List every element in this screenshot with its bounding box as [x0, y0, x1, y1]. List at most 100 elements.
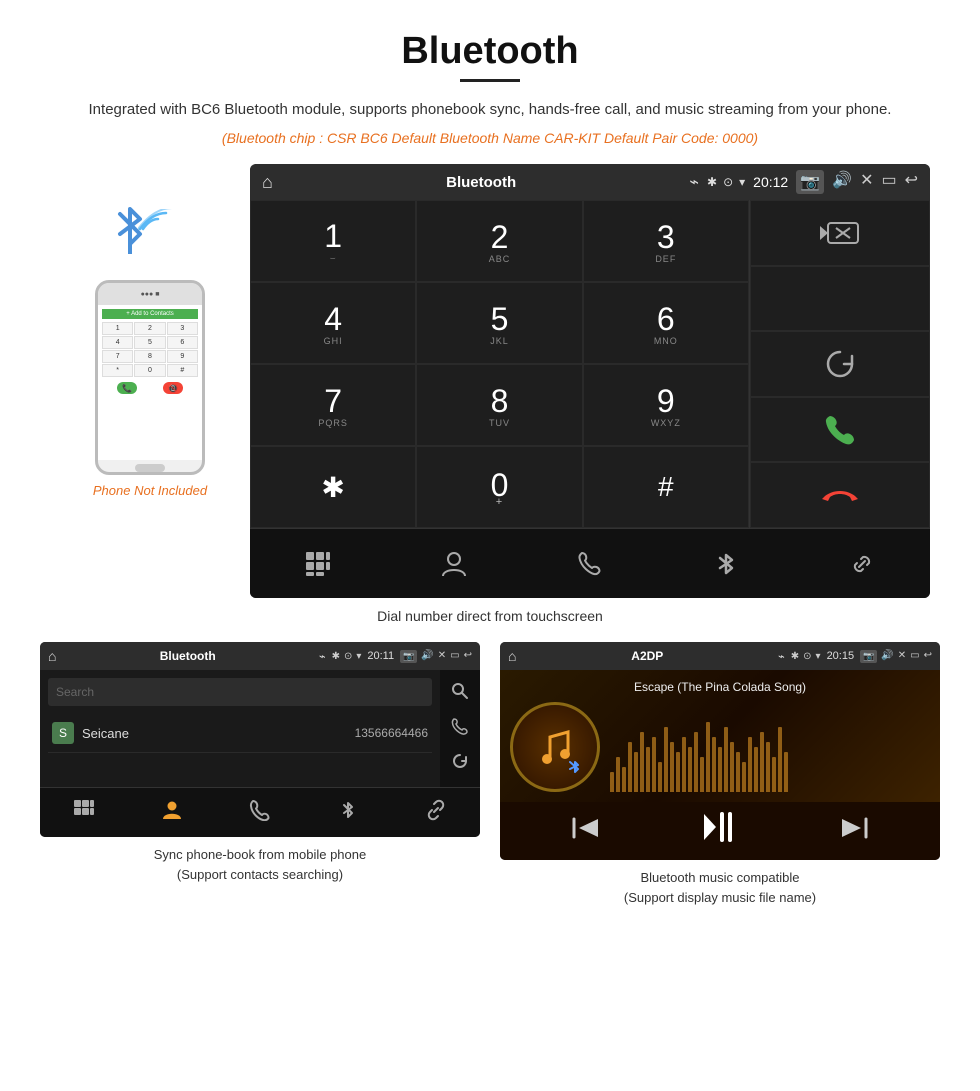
camera-icon[interactable]: 📷	[796, 170, 824, 194]
phone-key-5[interactable]: 5	[134, 336, 165, 349]
backspace-button[interactable]	[750, 200, 930, 266]
dial-key-9[interactable]: 9 WXYZ	[583, 364, 749, 446]
wave-bar	[646, 747, 650, 792]
phone-key-star[interactable]: *	[102, 364, 133, 377]
phone-home-button[interactable]	[135, 464, 165, 472]
pb-volume-icon[interactable]: 🔊	[421, 650, 433, 663]
dial-key-3[interactable]: 3 DEF	[583, 200, 749, 282]
wave-bar	[658, 762, 662, 792]
phone-key-1[interactable]: 1	[102, 322, 133, 335]
phonebook-reload-icon[interactable]	[445, 746, 475, 781]
nav-phone-button[interactable]	[565, 539, 615, 589]
phone-end-button[interactable]: 📵	[163, 382, 183, 394]
dial-key-2[interactable]: 2 ABC	[416, 200, 582, 282]
wave-bar	[682, 737, 686, 792]
contact-row[interactable]: S Seicane 13566664466	[48, 714, 432, 753]
music-usb-icon: ⌁	[778, 650, 785, 663]
pb-person-icon	[161, 799, 183, 821]
ms-window-icon[interactable]: ▭	[910, 650, 919, 663]
ms-camera-icon[interactable]: 📷	[860, 650, 877, 663]
location-icon: ⊙	[723, 175, 733, 189]
phone-key-4[interactable]: 4	[102, 336, 133, 349]
dial-key-8[interactable]: 8 TUV	[416, 364, 582, 446]
phonebook-car-screen: ⌂ Bluetooth ⌁ ✱ ⊙ ▾ 20:11 📷 🔊 ✕ ▭ ↩	[40, 642, 480, 837]
back-icon[interactable]: ↩	[905, 170, 918, 194]
window-icon[interactable]: ▭	[881, 170, 896, 194]
pb-grid-icon	[73, 799, 95, 821]
pb-camera-icon[interactable]: 📷	[400, 650, 417, 663]
dial-key-5[interactable]: 5 JKL	[416, 282, 582, 364]
wave-bar	[652, 737, 656, 792]
nav-contacts-button[interactable]	[429, 539, 479, 589]
phonebook-call-icon[interactable]	[445, 711, 475, 746]
dial-key-hash[interactable]: #	[583, 446, 749, 528]
dial-key-6[interactable]: 6 MNO	[583, 282, 749, 364]
wave-bar	[712, 737, 716, 792]
phone-key-0[interactable]: 0	[134, 364, 165, 377]
pb-back-icon[interactable]: ↩	[464, 650, 472, 663]
ms-close-icon[interactable]: ✕	[898, 650, 906, 663]
call-green-button[interactable]	[750, 397, 930, 463]
wave-bar	[628, 742, 632, 792]
pb-close-icon[interactable]: ✕	[438, 650, 446, 663]
pb-wifi-icon: ▾	[356, 651, 361, 662]
music-waveform	[610, 702, 930, 792]
phone-key-8[interactable]: 8	[134, 350, 165, 363]
phone-key-6[interactable]: 6	[167, 336, 198, 349]
prev-track-button[interactable]	[571, 816, 601, 847]
search-placeholder: Search	[56, 685, 94, 699]
ms-back-icon[interactable]: ↩	[924, 650, 932, 663]
phonebook-status-icons: ✱ ⊙ ▾	[332, 651, 362, 662]
search-bar[interactable]: Search	[48, 678, 432, 706]
nav-bluetooth-button[interactable]	[701, 539, 751, 589]
dial-key-star[interactable]: ✱	[250, 446, 416, 528]
link-icon	[848, 550, 876, 578]
phonebook-search-icon[interactable]	[445, 676, 475, 711]
bottom-screens-row: ⌂ Bluetooth ⌁ ✱ ⊙ ▾ 20:11 📷 🔊 ✕ ▭ ↩	[40, 642, 940, 907]
pb-nav-bluetooth[interactable]	[337, 799, 359, 827]
music-caption: Bluetooth music compatible (Support disp…	[624, 868, 816, 907]
phone-key-9[interactable]: 9	[167, 350, 198, 363]
phone-mockup: ●●● ■ + Add to Contacts 1 2 3 4 5 6 7 8 …	[95, 280, 205, 475]
pb-nav-phone[interactable]	[249, 799, 271, 827]
nav-grid-button[interactable]	[293, 539, 343, 589]
call-green-icon	[822, 412, 858, 448]
call-end-button[interactable]	[750, 462, 930, 528]
phone-key-7[interactable]: 7	[102, 350, 133, 363]
pb-nav-person[interactable]	[161, 799, 183, 827]
dial-key-4[interactable]: 4 GHI	[250, 282, 416, 364]
pb-nav-link[interactable]	[425, 799, 447, 827]
wave-bar	[724, 727, 728, 792]
wave-bar	[748, 737, 752, 792]
music-home-icon[interactable]: ⌂	[508, 648, 516, 664]
dial-key-1[interactable]: 1 ⌣	[250, 200, 416, 282]
phone-key-2[interactable]: 2	[134, 322, 165, 335]
redial-button[interactable]	[750, 331, 930, 397]
phone-key-3[interactable]: 3	[167, 322, 198, 335]
wave-bar	[694, 732, 698, 792]
next-icon	[839, 816, 869, 840]
bluetooth-status-icon: ✱	[707, 175, 717, 189]
phonebook-screen-title: Bluetooth	[62, 649, 312, 663]
phonebook-right-action-icons	[440, 670, 480, 787]
pb-window-icon[interactable]: ▭	[450, 650, 459, 663]
phone-key-hash[interactable]: #	[167, 364, 198, 377]
pb-bluetooth-icon	[337, 799, 359, 821]
ms-volume-icon[interactable]: 🔊	[881, 650, 893, 663]
play-pause-button[interactable]	[702, 812, 738, 850]
pb-bt-icon: ✱	[332, 651, 340, 662]
dial-key-7[interactable]: 7 PQRS	[250, 364, 416, 446]
phonebook-status-bar: ⌂ Bluetooth ⌁ ✱ ⊙ ▾ 20:11 📷 🔊 ✕ ▭ ↩	[40, 642, 480, 670]
volume-icon[interactable]: 🔊	[832, 170, 852, 194]
orange-info-text: (Bluetooth chip : CSR BC6 Default Blueto…	[40, 130, 940, 146]
music-time: 20:15	[827, 650, 855, 662]
phonebook-home-icon[interactable]: ⌂	[48, 648, 56, 664]
phone-call-button[interactable]: 📞	[117, 382, 137, 394]
pb-nav-grid[interactable]	[73, 799, 95, 827]
home-icon[interactable]: ⌂	[262, 172, 273, 193]
close-icon[interactable]: ✕	[860, 170, 873, 194]
next-track-button[interactable]	[839, 816, 869, 847]
usb-icon: ⌁	[689, 172, 699, 192]
dial-key-0[interactable]: 0 +	[416, 446, 582, 528]
nav-link-button[interactable]	[837, 539, 887, 589]
